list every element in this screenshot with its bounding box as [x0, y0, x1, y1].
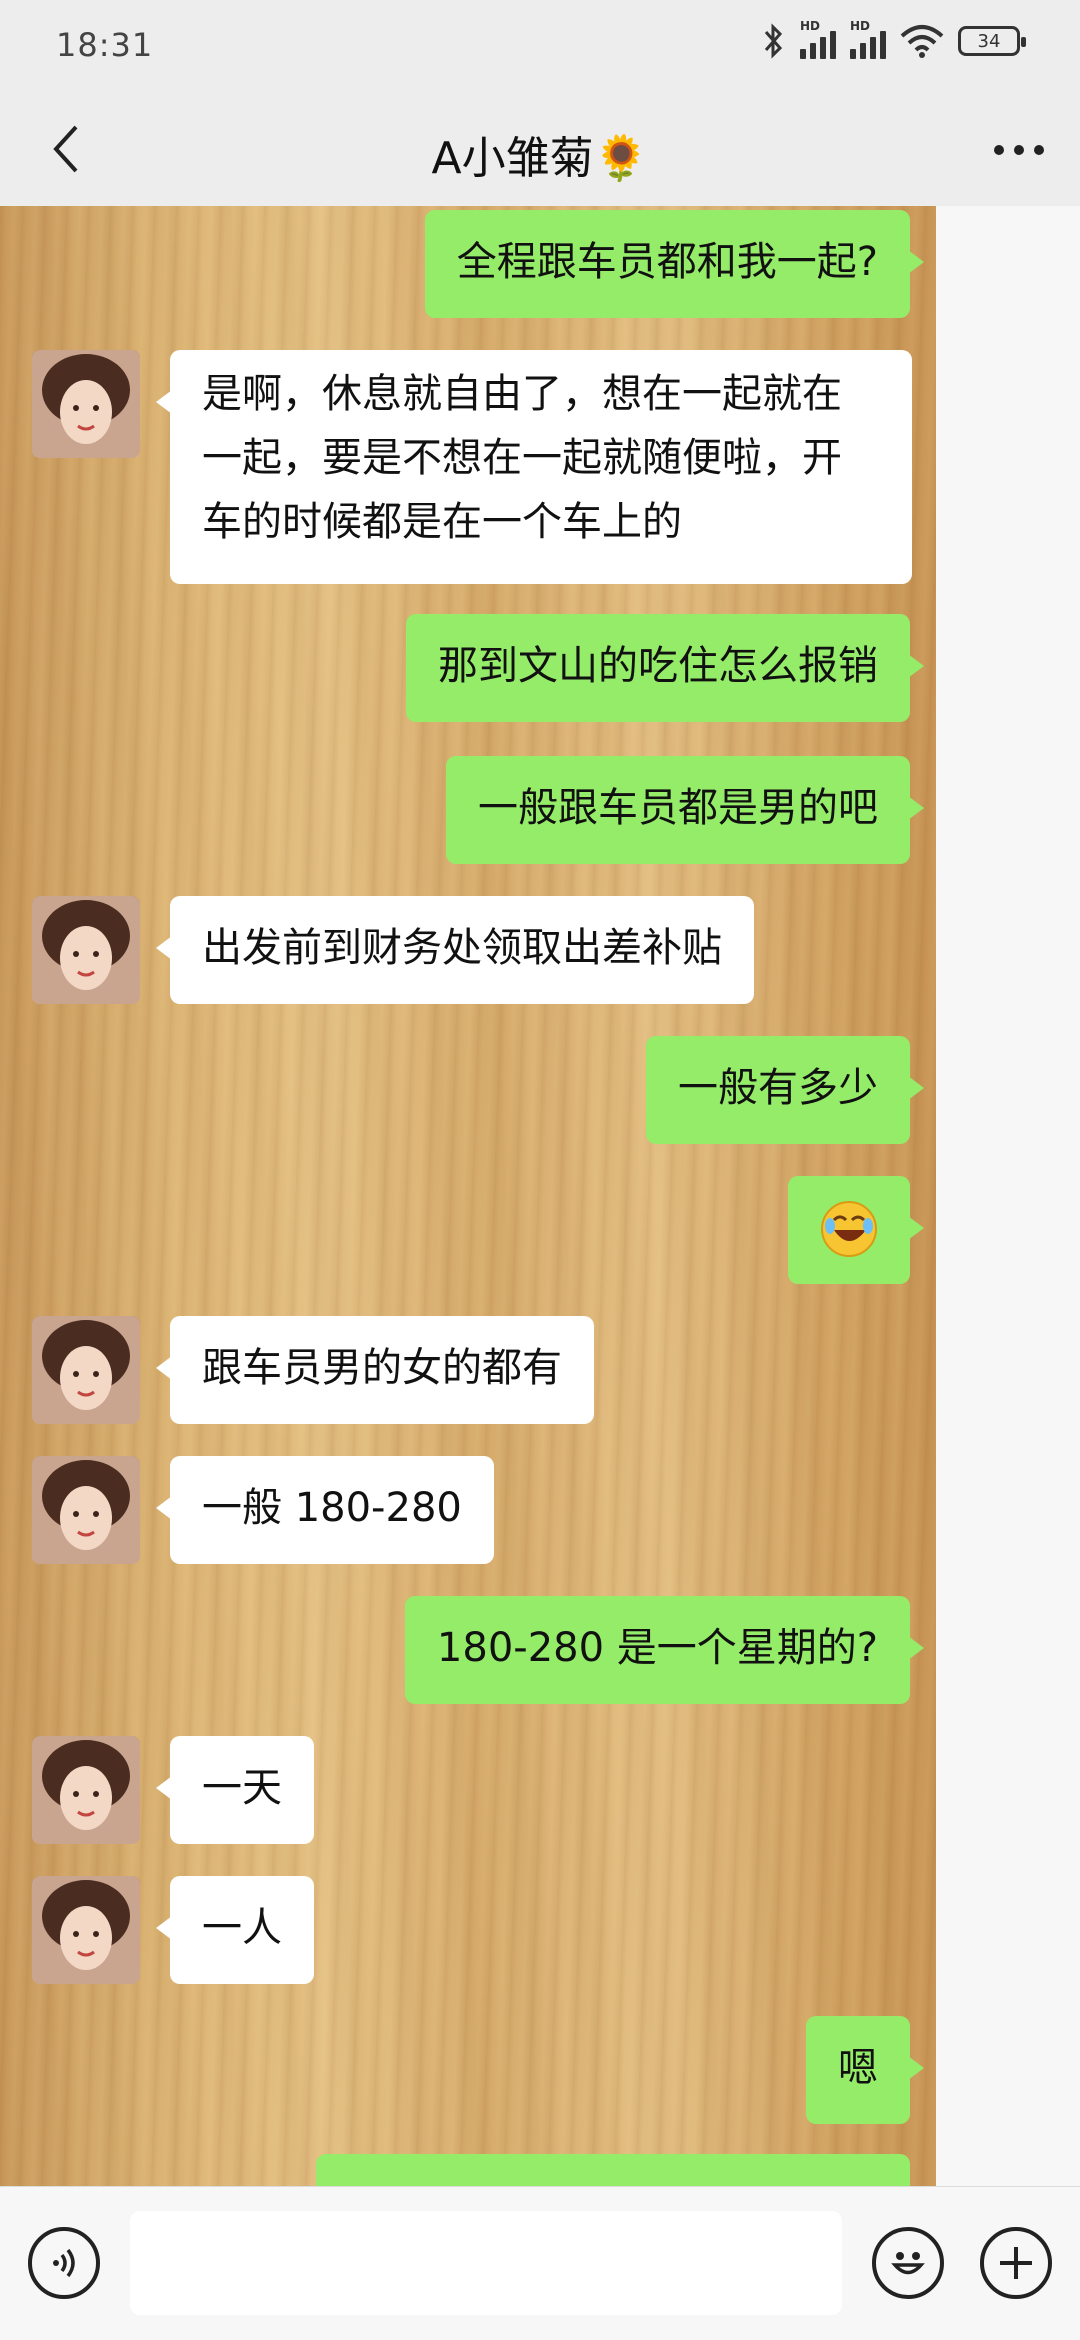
message-text: 180-280 是一个星期的?	[436, 1625, 878, 1671]
emoji-button[interactable]	[872, 2227, 944, 2299]
chat-title: A小雏菊🌻	[431, 133, 649, 184]
status-bar: 18:31 HD HD 34	[0, 0, 1080, 96]
message-text: 嗯	[838, 2045, 878, 2091]
more-button[interactable]	[984, 120, 1054, 180]
message-text: 一般 180-280	[202, 1485, 462, 1531]
avatar[interactable]	[32, 350, 140, 458]
battery-level: 34	[977, 30, 1001, 52]
chat-screen: 18:31 HD HD 34 A小雏菊🌻 全程跟车员都和我一起? 是啊，休息就自…	[0, 0, 1080, 2340]
message-text: 一般跟车员都是男的吧	[478, 785, 878, 831]
avatar[interactable]	[32, 1456, 140, 1564]
avatar[interactable]	[32, 896, 140, 1004]
contact-avatar-image	[32, 1876, 140, 1984]
message-bubble-sent[interactable]: 一般跟车员都是男的吧	[446, 756, 924, 864]
avatar[interactable]	[32, 1736, 140, 1844]
message-bubble-received[interactable]: 一般 180-280	[156, 1456, 494, 1564]
emoji-icon	[891, 2252, 925, 2275]
contact-avatar-image	[32, 350, 140, 458]
avatar[interactable]	[32, 1316, 140, 1424]
message-text: 是啊，休息就自由了，想在一起就在一起，要是不想在一起就随便啦，开车的时候都是在一…	[202, 371, 842, 545]
voice-icon	[53, 2248, 75, 2278]
message-bubble-sent[interactable]: 全程跟车员都和我一起?	[424, 210, 925, 318]
message-bubble-sent[interactable]: 那到文山的吃住怎么报销	[406, 614, 924, 722]
message-text: 全程跟车员都和我一起?	[456, 239, 878, 285]
rolling-on-floor-laughing-emoji	[821, 1201, 877, 1257]
message-bubble-sent-partial[interactable]	[316, 2154, 910, 2186]
cell-signal-1-icon: HD	[800, 19, 836, 59]
message-bubble-sent[interactable]: 180-280 是一个星期的?	[404, 1596, 925, 1704]
message-bubble-received[interactable]: 一天	[156, 1736, 314, 1844]
wifi-icon	[900, 25, 944, 58]
chat-header: A小雏菊🌻	[0, 96, 1080, 206]
message-text: 一人	[202, 1905, 282, 1951]
message-text: 那到文山的吃住怎么报销	[438, 643, 878, 689]
status-icons: HD HD 34	[762, 19, 1026, 60]
message-text: 跟车员男的女的都有	[202, 1345, 562, 1391]
battery-icon: 34	[958, 26, 1026, 56]
signal-hd-label: HD	[800, 19, 821, 33]
message-bubble-sent-emoji[interactable]	[788, 1176, 924, 1284]
message-text: 出发前到财务处领取出差补贴	[202, 925, 722, 971]
contact-avatar-image	[32, 896, 140, 1004]
bluetooth-icon	[764, 23, 783, 59]
message-list[interactable]: 全程跟车员都和我一起? 是啊，休息就自由了，想在一起就在一起，要是不想在一起就随…	[0, 206, 936, 2186]
contact-avatar-image	[32, 1736, 140, 1844]
input-bar	[0, 2186, 1080, 2340]
contact-avatar-image	[32, 1316, 140, 1424]
cell-signal-2-icon: HD	[850, 19, 886, 59]
message-bubble-sent[interactable]: 一般有多少	[646, 1036, 924, 1144]
contact-avatar-image	[32, 1456, 140, 1564]
more-dots-icon	[994, 145, 1044, 155]
signal-hd-label-2: HD	[850, 19, 871, 33]
message-bubble-received[interactable]: 出发前到财务处领取出差补贴	[156, 896, 754, 1004]
status-time: 18:31	[56, 26, 154, 64]
message-text: 一般有多少	[678, 1065, 878, 1111]
message-bubble-received[interactable]: 一人	[156, 1876, 314, 1984]
voice-button[interactable]	[28, 2227, 100, 2299]
message-bubble-sent[interactable]: 嗯	[806, 2016, 924, 2124]
chat-side-panel	[936, 206, 1080, 2186]
plus-button[interactable]	[980, 2227, 1052, 2299]
message-input[interactable]	[130, 2211, 842, 2315]
message-bubble-received[interactable]: 是啊，休息就自由了，想在一起就在一起，要是不想在一起就随便啦，开车的时候都是在一…	[156, 350, 912, 584]
message-bubble-received[interactable]: 跟车员男的女的都有	[156, 1316, 594, 1424]
message-text: 一天	[202, 1765, 282, 1811]
plus-icon	[1000, 2247, 1032, 2279]
avatar[interactable]	[32, 1876, 140, 1984]
